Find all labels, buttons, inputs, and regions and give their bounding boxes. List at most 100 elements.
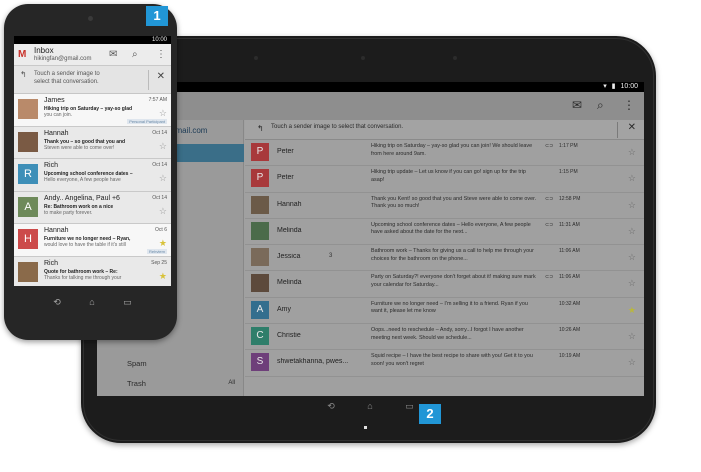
message-snippet: to make party forever. [44, 209, 93, 216]
message-time: 11:06 AM [559, 274, 580, 281]
sender-avatar[interactable]: P [251, 169, 269, 188]
gmail-logo-icon[interactable]: M [18, 49, 26, 60]
callout-badge: 2 [419, 404, 441, 424]
compose-icon[interactable]: ✉ [572, 98, 582, 112]
tablet-home-sensor [364, 426, 367, 429]
sender-avatar[interactable] [251, 248, 269, 267]
conversation-row[interactable]: Rich Quote for bathroom work – Re: Thanks … [14, 256, 171, 286]
sidebar-item-trash[interactable]: Trash [127, 379, 146, 388]
star-icon[interactable]: ☆ [628, 331, 636, 342]
close-icon[interactable]: ✕ [628, 122, 636, 133]
sender-avatar[interactable] [251, 221, 269, 240]
sender-avatar[interactable]: S [251, 353, 269, 372]
star-icon[interactable]: ☆ [628, 147, 636, 158]
sender-avatar[interactable]: P [251, 143, 269, 161]
message-snippet: Hiking trip update – Let us know if you … [371, 169, 526, 183]
compose-icon[interactable]: ✉ [109, 49, 117, 60]
message-snippet: Thanks for talking me through your [44, 274, 122, 281]
home-icon[interactable]: ⌂ [367, 398, 372, 414]
star-icon[interactable]: ☆ [628, 357, 636, 368]
conversation-row[interactable]: R Rich Upcoming school conference dates – H… [14, 159, 171, 192]
conversation-list: James Hiking trip on Saturday – yay-so gl… [14, 94, 171, 286]
overflow-menu-icon[interactable]: ⋮ [156, 49, 166, 60]
star-icon[interactable]: ☆ [628, 252, 636, 263]
sender-avatar[interactable] [251, 274, 269, 293]
sender-avatar[interactable] [251, 195, 269, 214]
star-icon[interactable]: ☆ [159, 206, 167, 217]
conversation-row[interactable]: A Andy.. Angelina, Paul +6 Re: Bathroom wo… [14, 191, 171, 224]
sender-avatar[interactable] [18, 261, 38, 282]
sender-name: Andy.. Angelina, Paul +6 [44, 194, 120, 202]
phone-action-bar: M Inbox hikingfan@gmail.com ✉ ⌕ ⋮ [14, 44, 171, 66]
battery-icon: ▮ [611, 83, 616, 90]
sender-avatar[interactable]: R [18, 164, 38, 184]
conversation-row[interactable]: C Christie Oops...need to reschedule – And… [245, 324, 644, 351]
sidebar-item-spam[interactable]: Spam [127, 359, 147, 368]
sender-avatar[interactable] [18, 99, 38, 119]
conversation-row[interactable]: Melinda Upcoming school conference dates … [245, 219, 644, 246]
message-time: Oct 14 [152, 194, 167, 201]
star-icon[interactable]: ☆ [628, 278, 636, 289]
message-snippet: Squid recipe – I have the best recipe to… [371, 353, 533, 367]
tablet-camera [361, 56, 365, 60]
conversation-list: P Peter Hiking trip on Saturday – yay-so g… [245, 140, 644, 377]
tablet-screen: ▾ ▮ 10:00 ✉ ⌕ ⋮ gmail.com Spam Trash All… [97, 82, 644, 396]
message-snippet: Steven were able to come over! [44, 144, 115, 151]
sender-avatar[interactable]: C [251, 327, 269, 346]
attachment-icon: ⊂⊃ [545, 221, 554, 228]
star-icon[interactable]: ☆ [628, 226, 636, 237]
sender-avatar[interactable]: A [18, 196, 38, 217]
overflow-menu-icon[interactable]: ⋮ [623, 98, 635, 112]
sender-name: Jessica [277, 253, 301, 261]
thread-count: 3 [329, 253, 333, 260]
sender-avatar[interactable]: H [18, 229, 38, 249]
star-icon[interactable]: ☆ [159, 141, 167, 152]
message-time: 11:31 AM [559, 221, 580, 228]
sender-avatar[interactable]: A [251, 300, 269, 319]
sender-avatar[interactable] [18, 131, 38, 152]
status-time: 10:00 [151, 37, 167, 43]
conversation-row[interactable]: H Hannah Furniture we no longer need – Rya… [14, 224, 171, 257]
conversation-row[interactable]: P Peter Hiking trip update – Let us know i… [245, 166, 644, 193]
conversation-row[interactable]: A Amy Furniture we no longer need – I'm se… [245, 298, 644, 325]
phone-nav-bar: ⟲ ⌂ ▭ [14, 292, 171, 308]
star-icon[interactable]: ★ [159, 238, 167, 249]
message-time: 10:26 AM [559, 327, 581, 334]
star-icon[interactable]: ☆ [628, 173, 636, 184]
sidebar-item-count: All [228, 380, 235, 386]
search-icon[interactable]: ⌕ [597, 98, 604, 113]
message-snippet: Oops...need to reschedule – Andy, sorry.… [371, 327, 524, 341]
message-snippet: Hello everyone, A few people have [44, 177, 121, 183]
search-icon[interactable]: ⌕ [132, 49, 138, 60]
conversation-row[interactable]: Hannah Thank you – so good that you and St… [14, 126, 171, 159]
phone-screen: 10:00 M Inbox hikingfan@gmail.com ✉ ⌕ ⋮ … [14, 36, 171, 286]
hint-text-line1: Touch a sender image to [34, 71, 100, 77]
conversation-row[interactable]: Melinda Party on Saturday?! everyone don'… [245, 271, 644, 298]
star-icon[interactable]: ☆ [159, 173, 167, 184]
recents-icon[interactable]: ▭ [405, 398, 414, 414]
conversation-row[interactable]: P Peter Hiking trip on Saturday – yay-so g… [245, 140, 644, 167]
phone-status-bar: 10:00 [14, 36, 171, 44]
tablet-sensor [453, 56, 457, 60]
hint-text-line2: select that conversation. [34, 79, 99, 85]
conversation-row[interactable]: Jessica 3 Bathroom work – Thanks for givin… [245, 245, 644, 272]
conversation-row[interactable]: James Hiking trip on Saturday – yay-so gl… [14, 94, 171, 127]
back-icon[interactable]: ⟲ [327, 398, 335, 414]
close-icon[interactable]: ✕ [157, 72, 165, 82]
sender-name: Christie [277, 332, 301, 340]
sender-name: Amy [277, 305, 291, 313]
star-icon[interactable]: ★ [628, 305, 636, 316]
star-icon[interactable]: ☆ [159, 108, 167, 119]
selection-hint-banner: ↰ Touch a sender image to select that co… [14, 66, 171, 94]
tablet-nav-bar: ⟲ ⌂ ▭ [97, 396, 644, 412]
star-icon[interactable]: ☆ [628, 200, 636, 211]
star-icon[interactable]: ★ [159, 271, 167, 282]
recents-icon[interactable]: ▭ [123, 294, 132, 310]
back-icon[interactable]: ⟲ [53, 294, 61, 310]
conversation-row[interactable]: Sshwetakhanna, pwes... Squid recipe – I h… [245, 350, 644, 377]
home-icon[interactable]: ⌂ [89, 294, 94, 310]
message-snippet: you can join. [44, 112, 73, 118]
conversation-row[interactable]: Hannah Thank you Kent! so good that you a… [245, 193, 644, 219]
message-snippet: Hiking trip on Saturday – yay-so glad yo… [371, 143, 533, 157]
sender-name: Peter [277, 174, 294, 182]
